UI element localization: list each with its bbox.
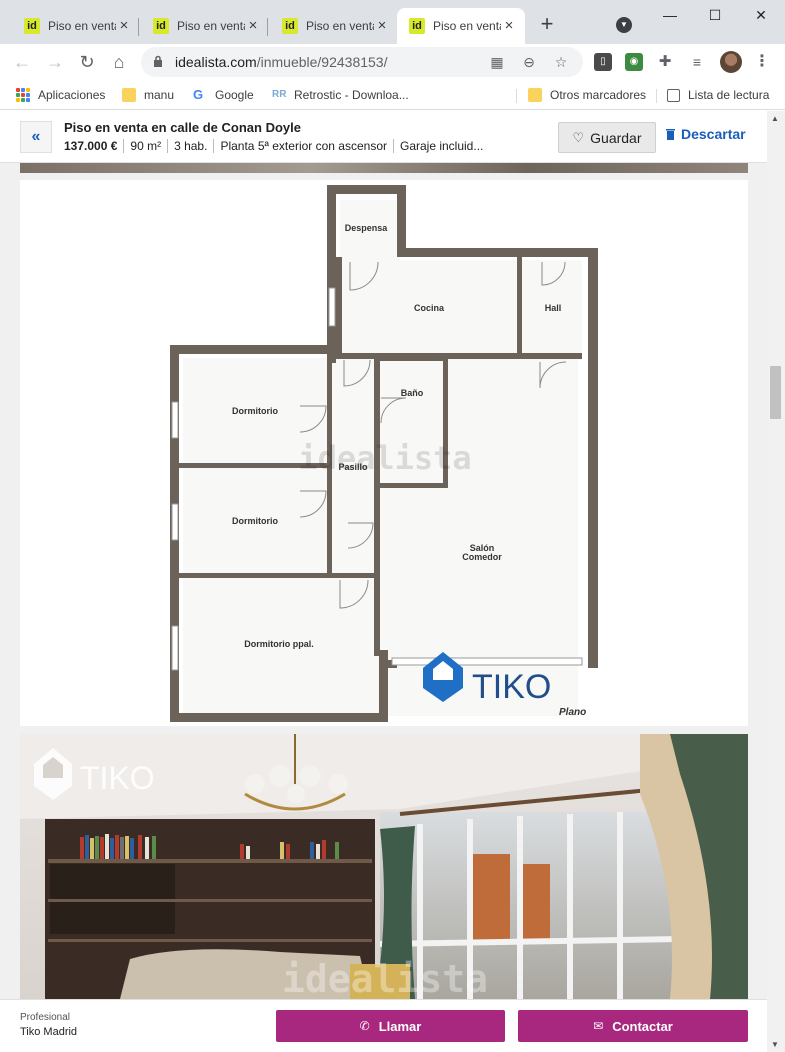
close-tab-icon[interactable]: × bbox=[374, 18, 390, 34]
media-control-icon[interactable]: ≡ bbox=[688, 53, 706, 71]
listing-garage: Garaje incluid... bbox=[392, 139, 489, 153]
forward-arrow-icon[interactable]: → bbox=[43, 50, 67, 74]
idealista-favicon: id bbox=[409, 18, 425, 34]
bookmark-google[interactable]: G Google bbox=[193, 86, 254, 104]
address-bar[interactable]: idealista.com/inmueble/92438153/ ▦ ⊖ ☆ bbox=[141, 47, 583, 77]
previous-photo-edge bbox=[20, 163, 748, 173]
discard-button[interactable]: Descartar bbox=[666, 126, 746, 142]
browser-tab[interactable]: id Piso en venta en × bbox=[141, 8, 269, 44]
contact-bar: Profesional Tiko Madrid ✆ Llamar ✉ Conta… bbox=[0, 999, 767, 1052]
folder-icon bbox=[122, 88, 136, 102]
phone-icon: ✆ bbox=[359, 1019, 370, 1033]
page-scrollbar[interactable]: ▲ ▼ bbox=[767, 111, 785, 1052]
trash-icon bbox=[666, 129, 675, 140]
reading-list-icon bbox=[667, 88, 680, 102]
tab-strip: id Piso en venta en × id Piso en venta e… bbox=[0, 0, 785, 44]
back-arrow-icon[interactable]: ← bbox=[10, 50, 34, 74]
close-tab-icon[interactable]: × bbox=[501, 18, 517, 34]
idealista-favicon: id bbox=[24, 18, 40, 34]
lock-icon bbox=[154, 55, 162, 67]
maximize-icon[interactable]: ☐ bbox=[705, 6, 725, 26]
contact-button[interactable]: ✉ Contactar bbox=[518, 1010, 748, 1042]
extension-icon[interactable]: ▯ bbox=[594, 53, 612, 71]
scroll-up-icon[interactable]: ▲ bbox=[771, 114, 779, 123]
room-label-dormitorio-ppal: Dormitorio ppal. bbox=[244, 639, 314, 649]
save-button[interactable]: ♡ Guardar bbox=[558, 122, 656, 153]
svg-text:TIKO: TIKO bbox=[472, 668, 551, 706]
plan-caption: Plano bbox=[559, 707, 586, 718]
close-window-icon[interactable]: ✕ bbox=[751, 6, 771, 26]
bookmark-apps[interactable]: Aplicaciones bbox=[16, 86, 105, 104]
apps-grid-icon bbox=[16, 88, 30, 102]
idealista-watermark: idealista bbox=[298, 439, 471, 477]
home-icon[interactable]: ⌂ bbox=[107, 50, 131, 74]
heart-icon: ♡ bbox=[572, 129, 585, 145]
agent-type: Profesional bbox=[20, 1012, 71, 1023]
room-label-hall: Hall bbox=[545, 303, 562, 313]
profile-avatar[interactable] bbox=[720, 51, 742, 73]
bookmark-retrostic[interactable]: RR Retrostic - Downloa... bbox=[272, 86, 409, 104]
room-label-bano: Baño bbox=[401, 388, 424, 398]
extension-icon[interactable]: ◉ bbox=[625, 53, 643, 71]
svg-text:TIKO: TIKO bbox=[80, 760, 155, 796]
living-room-illustration: TIKO idealista bbox=[20, 734, 748, 999]
call-button[interactable]: ✆ Llamar bbox=[276, 1010, 505, 1042]
tab-title: Piso en venta en bbox=[177, 19, 245, 33]
listing-floor: Planta 5ª exterior con ascensor bbox=[213, 139, 393, 153]
listing-price: 137.000 € bbox=[64, 139, 118, 153]
listing-sticky-header: « Piso en venta en calle de Conan Doyle … bbox=[0, 111, 767, 163]
floor-plan-image[interactable]: Despensa Cocina Hall Baño Dormitorio Pas… bbox=[20, 180, 748, 726]
menu-kebab-icon[interactable]: ⋮ bbox=[754, 52, 770, 72]
room-label-cocina: Cocina bbox=[414, 303, 445, 313]
retrostic-icon: RR bbox=[272, 89, 287, 100]
floor-plan-drawing: Despensa Cocina Hall Baño Dormitorio Pas… bbox=[170, 185, 598, 722]
room-label-comedor: Comedor bbox=[462, 552, 502, 562]
bookmarks-bar: Aplicaciones manu G Google RR Retrostic … bbox=[0, 80, 785, 110]
scrollbar-thumb[interactable] bbox=[770, 366, 781, 419]
chat-icon: ✉ bbox=[593, 1019, 604, 1033]
listing-title: Piso en venta en calle de Conan Doyle bbox=[64, 120, 301, 135]
google-icon: G bbox=[193, 87, 204, 102]
close-tab-icon[interactable]: × bbox=[245, 18, 261, 34]
browser-toolbar: ← → ↻ ⌂ idealista.com/inmueble/92438153/… bbox=[0, 44, 785, 80]
bookmark-star-icon[interactable]: ☆ bbox=[553, 54, 569, 70]
bookmark-other[interactable]: Otros marcadores bbox=[528, 86, 646, 104]
listing-area: 90 m² bbox=[123, 139, 167, 153]
listing-rooms: 3 hab. bbox=[167, 139, 213, 153]
zoom-icon[interactable]: ⊖ bbox=[521, 54, 537, 70]
tab-title: Piso en venta en bbox=[306, 19, 374, 33]
scroll-down-icon[interactable]: ▼ bbox=[771, 1040, 779, 1049]
browser-tab[interactable]: id Piso en venta en × bbox=[270, 8, 398, 44]
page-viewport: « Piso en venta en calle de Conan Doyle … bbox=[0, 111, 767, 1052]
close-tab-icon[interactable]: × bbox=[116, 18, 132, 34]
tab-search-icon[interactable]: ▼ bbox=[616, 17, 632, 33]
idealista-favicon: id bbox=[153, 18, 169, 34]
puzzle-icon[interactable]: ✚ bbox=[656, 53, 674, 71]
url-text: idealista.com/inmueble/92438153/ bbox=[175, 54, 388, 70]
browser-tab[interactable]: id Piso en venta en × bbox=[12, 8, 140, 44]
idealista-watermark: idealista bbox=[282, 957, 488, 999]
tab-title: Piso en venta en bbox=[48, 19, 116, 33]
reload-icon[interactable]: ↻ bbox=[75, 50, 99, 74]
agent-name: Tiko Madrid bbox=[20, 1026, 78, 1038]
idealista-favicon: id bbox=[282, 18, 298, 34]
bookmark-manu[interactable]: manu bbox=[122, 86, 174, 104]
qr-code-icon[interactable]: ▦ bbox=[489, 54, 505, 70]
browser-tab-active[interactable]: id Piso en venta en × bbox=[397, 8, 525, 44]
folder-icon bbox=[528, 88, 542, 102]
reading-list[interactable]: Lista de lectura bbox=[667, 86, 769, 104]
minimize-icon[interactable]: — bbox=[660, 6, 680, 26]
back-to-list-button[interactable]: « bbox=[20, 121, 52, 153]
tab-title: Piso en venta en bbox=[433, 19, 501, 33]
room-label-dormitorio: Dormitorio bbox=[232, 516, 279, 526]
room-label-dormitorio: Dormitorio bbox=[232, 406, 279, 416]
living-room-photo[interactable]: TIKO idealista bbox=[20, 734, 748, 999]
new-tab-button[interactable]: + bbox=[536, 13, 558, 36]
listing-facts: 137.000 € 90 m² 3 hab. Planta 5ª exterio… bbox=[64, 139, 489, 153]
room-label-despensa: Despensa bbox=[345, 223, 389, 233]
